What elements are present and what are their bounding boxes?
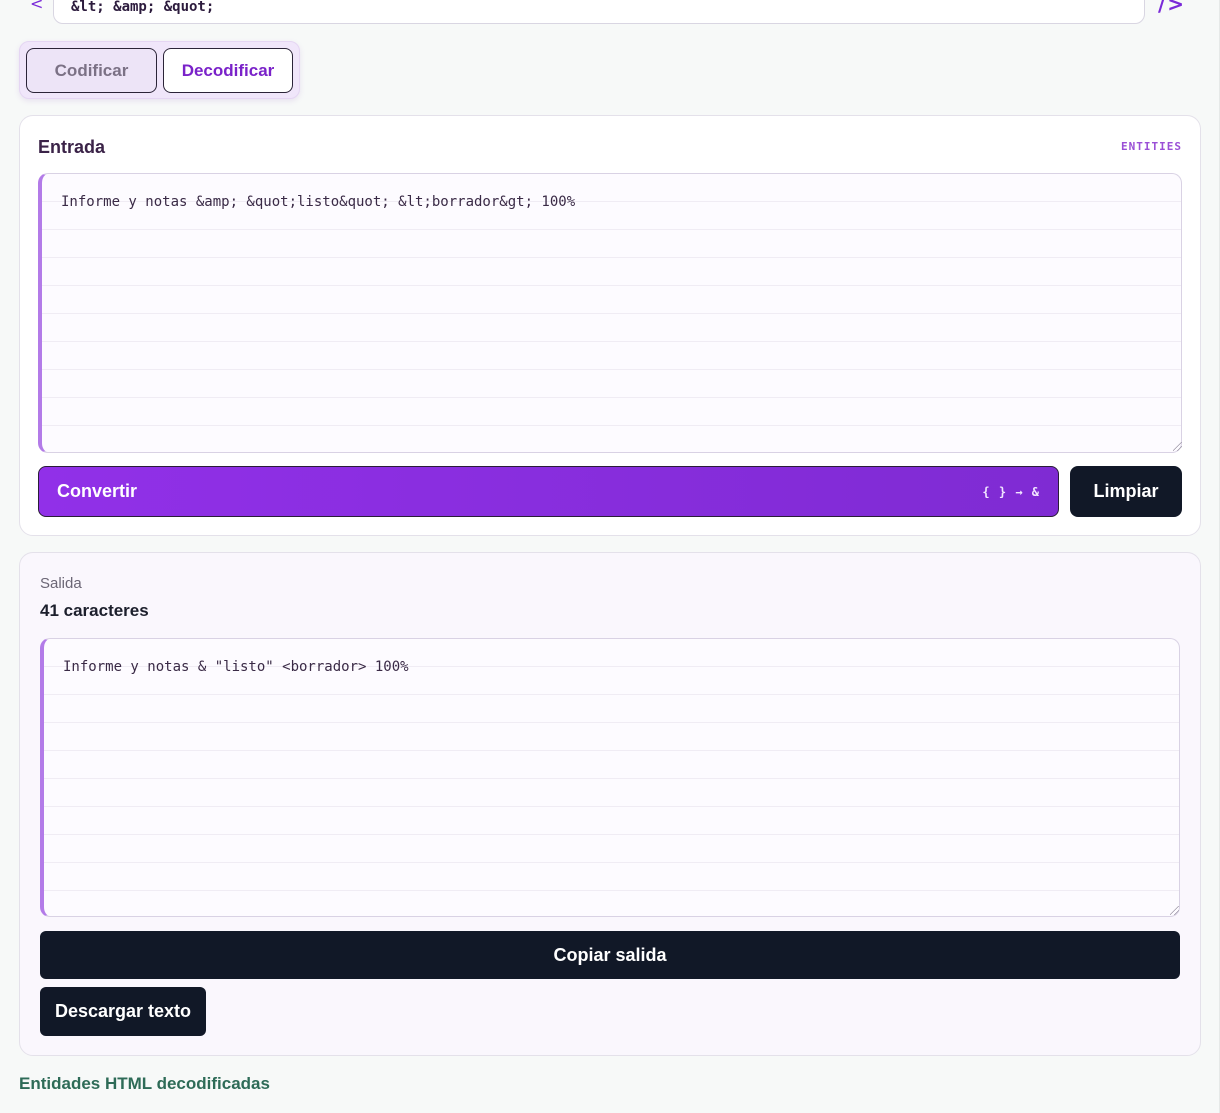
entities-tag: ENTITIES	[1121, 140, 1182, 153]
code-tag-icon: />	[1158, 0, 1187, 16]
decode-mode-button[interactable]: Decodificar	[163, 48, 293, 93]
sample-input-field[interactable]: &lt; &amp; &quot;	[53, 0, 1145, 24]
output-char-count: 41 caracteres	[40, 601, 149, 620]
convert-label: Convertir	[57, 481, 138, 501]
left-arrow-icon: <	[30, 0, 44, 13]
input-resize-handle[interactable]	[1173, 442, 1182, 451]
download-text-button[interactable]: Descargar texto	[40, 987, 206, 1036]
convert-hint: { } → &	[982, 484, 1040, 499]
convert-button[interactable]: Convertir { } → &	[38, 466, 1059, 517]
status-message: Entidades HTML decodificadas	[19, 1074, 270, 1093]
top-toolbar: < &lt; &amp; &quot; />	[0, 0, 1220, 28]
output-card: Salida 41 caracteres Informe y notas & "…	[19, 552, 1201, 1056]
mode-toggle: Codificar Decodificar	[19, 41, 300, 99]
output-textarea[interactable]: Informe y notas & "listo" <borrador> 100…	[40, 638, 1180, 917]
encode-mode-button[interactable]: Codificar	[26, 48, 157, 93]
input-card: Entrada ENTITIES Informe y notas &amp; &…	[19, 115, 1201, 536]
input-textarea[interactable]: Informe y notas &amp; &quot;listo&quot; …	[38, 173, 1182, 453]
input-title: Entrada	[38, 137, 106, 157]
copy-output-button[interactable]: Copiar salida	[40, 931, 1180, 979]
output-label: Salida	[40, 575, 82, 592]
output-resize-handle[interactable]	[1170, 906, 1179, 915]
clear-button[interactable]: Limpiar	[1070, 466, 1182, 517]
